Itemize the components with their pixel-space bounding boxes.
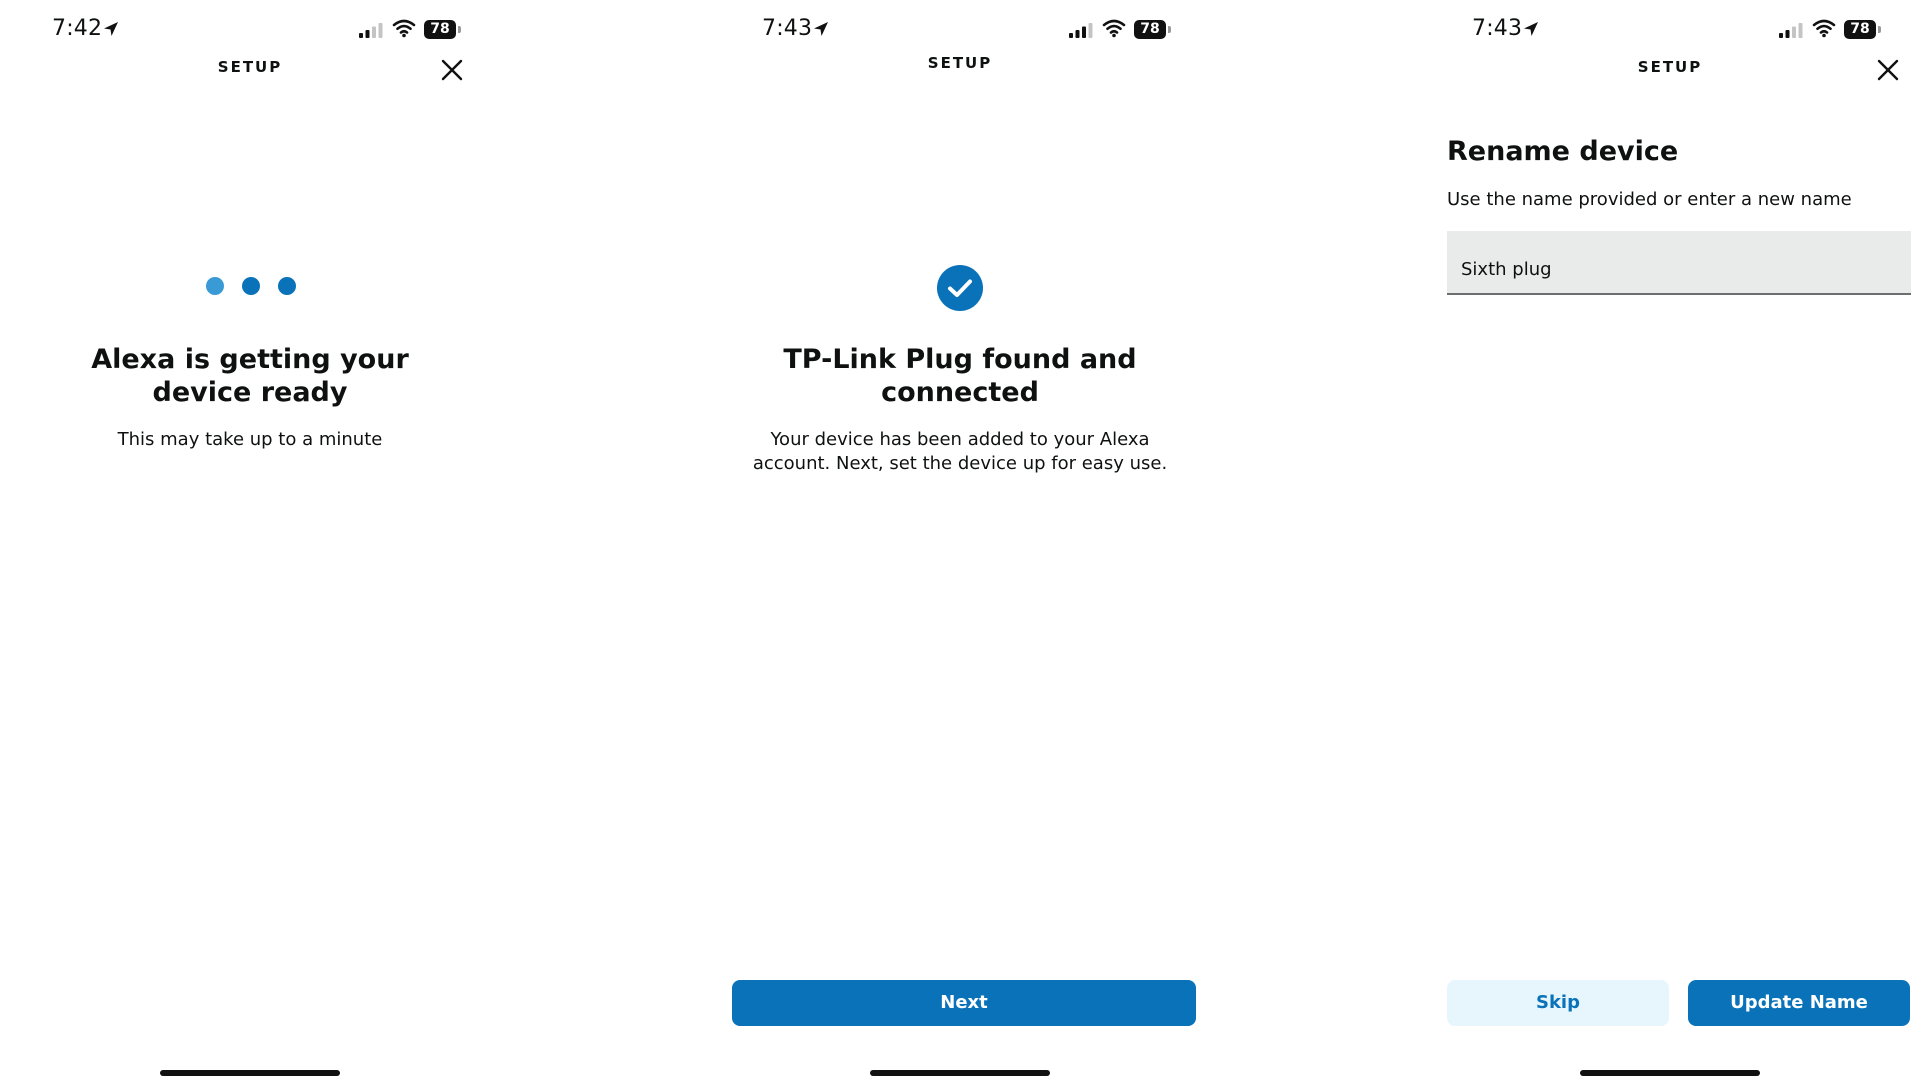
status-heading: TP-Link Plug found and connected: [783, 344, 1137, 408]
close-icon[interactable]: [440, 58, 464, 82]
battery-level: 78: [424, 20, 456, 39]
battery-icon: 78: [424, 20, 462, 39]
location-arrow-icon: [1524, 22, 1538, 36]
home-indicator: [160, 1070, 340, 1076]
next-button[interactable]: Next: [732, 980, 1196, 1026]
cellular-signal-icon: [1069, 23, 1093, 38]
loading-dot: [242, 277, 260, 295]
page-title: SETUP: [217, 58, 283, 76]
rename-heading: Rename device: [1447, 136, 1679, 167]
status-heading: Alexa is getting your device ready: [91, 344, 409, 408]
battery-level: 78: [1134, 20, 1166, 39]
device-name-input[interactable]: Sixth plug: [1447, 231, 1911, 295]
battery-level: 78: [1844, 20, 1876, 39]
page-title: SETUP: [927, 54, 993, 72]
device-name-value[interactable]: Sixth plug: [1461, 259, 1552, 280]
home-indicator: [870, 1070, 1050, 1076]
close-icon[interactable]: [1876, 58, 1900, 82]
skip-button[interactable]: Skip: [1447, 980, 1669, 1026]
wifi-icon: [1812, 19, 1836, 38]
loading-dot: [278, 277, 296, 295]
status-bar: 7:43 78: [710, 14, 1210, 46]
cellular-signal-icon: [359, 23, 383, 38]
status-subtext: This may take up to a minute: [117, 429, 383, 450]
location-arrow-icon: [104, 22, 118, 36]
wifi-icon: [392, 19, 416, 38]
status-bar: 7:42 78: [0, 14, 500, 46]
checkmark-circle-icon: [937, 265, 983, 311]
status-bar: 7:43 78: [1420, 14, 1920, 46]
battery-icon: 78: [1844, 20, 1882, 39]
status-time: 7:43: [1472, 16, 1523, 41]
status-subtext: Your device has been added to your Alexa…: [752, 429, 1168, 474]
wifi-icon: [1102, 19, 1126, 38]
home-indicator: [1580, 1070, 1760, 1076]
page-title: SETUP: [1637, 58, 1703, 76]
loading-indicator: [0, 277, 500, 297]
update-name-button[interactable]: Update Name: [1688, 980, 1910, 1026]
cellular-signal-icon: [1779, 23, 1803, 38]
setup-screen-loading: 7:42 78 SETUP Alexa is getting your devi…: [0, 0, 500, 1080]
location-arrow-icon: [814, 22, 828, 36]
rename-subtext: Use the name provided or enter a new nam…: [1447, 189, 1852, 210]
battery-icon: 78: [1134, 20, 1172, 39]
loading-dot: [206, 277, 224, 295]
setup-screen-rename: 7:43 78 SETUP Rename device Use the name…: [1420, 0, 1920, 1080]
status-time: 7:43: [762, 16, 813, 41]
setup-screen-connected: 7:43 78 SETUP TP-Link Plug found and con…: [710, 0, 1210, 1080]
status-time: 7:42: [52, 16, 103, 41]
